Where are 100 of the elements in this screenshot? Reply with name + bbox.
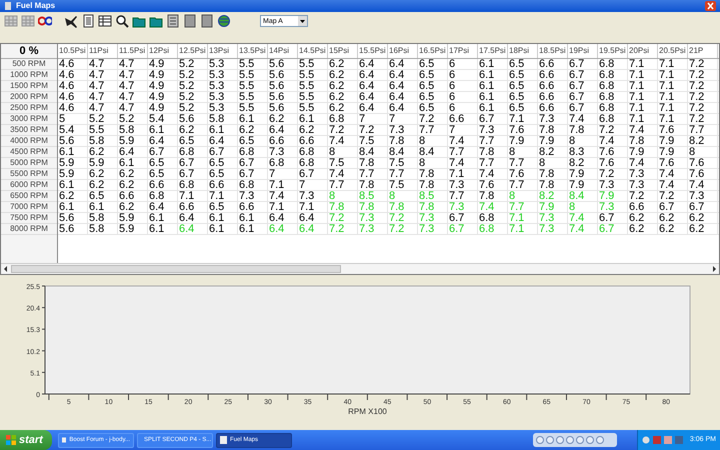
table-cell: 6.2 xyxy=(328,70,358,80)
table-cell: 5.9 xyxy=(58,169,88,179)
row-header: 3500 RPM xyxy=(1,125,57,136)
table-cell: 7.5 xyxy=(358,136,388,146)
table-cell: 6.1 xyxy=(298,114,328,124)
table-cell: 6.2 xyxy=(118,202,148,212)
table-cell: 6.8 xyxy=(238,180,268,190)
table-cell: 5.3 xyxy=(208,103,238,113)
caret-icon xyxy=(298,16,307,26)
table-cell: 5.6 xyxy=(268,81,298,91)
table-cell: 6.1 xyxy=(238,114,268,124)
table-cell: 6.7 xyxy=(448,224,478,234)
table-cell: 6.1 xyxy=(118,158,148,168)
table-cell: 5.6 xyxy=(268,59,298,69)
table-cell: 7.3 xyxy=(598,202,628,212)
table-cell: 6.5 xyxy=(418,103,448,113)
search-icon[interactable] xyxy=(115,14,129,28)
table-cell: 7.7 xyxy=(478,136,508,146)
table-cell: 6.4 xyxy=(178,213,208,223)
row-header: 1000 RPM xyxy=(1,70,57,81)
table-cell: 6.8 xyxy=(598,92,628,102)
table-cell: 7.8 xyxy=(478,147,508,157)
table-cell: 8.4 xyxy=(388,147,418,157)
table-cell: 6.8 xyxy=(328,114,358,124)
table-cell: 6.6 xyxy=(148,180,178,190)
table-cell: 7.3 xyxy=(628,169,658,179)
table-cell: 7.1 xyxy=(628,103,658,113)
table-cell: 5.4 xyxy=(58,125,88,135)
table-cell: 7.3 xyxy=(538,213,568,223)
table-cell: 6.5 xyxy=(508,70,538,80)
table-cell: 7.6 xyxy=(658,125,688,135)
table-cell: 6.7 xyxy=(598,224,628,234)
table-cell: 7.8 xyxy=(478,191,508,201)
table-cell: 6.7 xyxy=(598,213,628,223)
scrollbar-thumb[interactable] xyxy=(11,265,341,273)
table-cell: 5.4 xyxy=(148,114,178,124)
table-cell: 7.4 xyxy=(268,191,298,201)
table-cell: 6.2 xyxy=(298,125,328,135)
table-cell: 5.8 xyxy=(88,136,118,146)
table-cell: 7.2 xyxy=(598,169,628,179)
table-cell: 8 xyxy=(328,147,358,157)
table-cell: 6.2 xyxy=(268,114,298,124)
row-header: 4000 RPM xyxy=(1,136,57,147)
table-cell: 7.8 xyxy=(538,169,568,179)
table-cell: 6.8 xyxy=(598,81,628,91)
table-cell: 7.3 xyxy=(598,180,628,190)
table-cell: 7.9 xyxy=(508,136,538,146)
table-cell: 7.1 xyxy=(658,103,688,113)
table-cell: 6.4 xyxy=(388,81,418,91)
table-cell: 4.6 xyxy=(58,92,88,102)
windows-logo-icon xyxy=(6,435,16,445)
table-cell: 7.1 xyxy=(628,114,658,124)
horizontal-scrollbar[interactable] xyxy=(1,263,719,274)
table-icon[interactable] xyxy=(98,14,112,28)
table-cell: 7.6 xyxy=(478,180,508,190)
table-cell: 4.7 xyxy=(88,70,118,80)
page-icon[interactable] xyxy=(183,14,197,28)
table-cell: 6.6 xyxy=(268,136,298,146)
table-cell: 7.2 xyxy=(328,224,358,234)
table-cell: 5.8 xyxy=(88,224,118,234)
table-cell: 7 xyxy=(358,114,388,124)
chart-icon[interactable] xyxy=(166,14,180,28)
column-header: 14.5Psi xyxy=(298,44,328,58)
table-cell: 7.3 xyxy=(448,180,478,190)
start-button[interactable]: start xyxy=(0,430,52,450)
table-cell: 6.5 xyxy=(148,158,178,168)
page-icon[interactable] xyxy=(200,14,214,28)
table-cell: 6.7 xyxy=(448,213,478,223)
table-cell: 6.1 xyxy=(58,202,88,212)
column-header: 15.5Psi xyxy=(358,44,388,58)
globe-icon[interactable] xyxy=(217,14,231,28)
table-cell: 6.5 xyxy=(148,169,178,179)
table-cell: 4.9 xyxy=(148,103,178,113)
table-cell: 7.8 xyxy=(358,180,388,190)
table-cell: 4.6 xyxy=(58,59,88,69)
row-header: 4500 RPM xyxy=(1,147,57,158)
table-cell: 7.1 xyxy=(658,59,688,69)
table-cell: 5.8 xyxy=(88,213,118,223)
table-cell: 5.2 xyxy=(178,70,208,80)
rings-icon[interactable] xyxy=(38,14,52,28)
document-icon[interactable] xyxy=(81,14,95,28)
table-cell: 6.7 xyxy=(178,169,208,179)
table-cell: 6.6 xyxy=(238,202,268,212)
table-cell: 8.5 xyxy=(418,191,448,201)
table-cell: 5.9 xyxy=(88,158,118,168)
table-cell: 6.1 xyxy=(208,213,238,223)
row-header: 7500 RPM xyxy=(1,213,57,224)
column-header: 18Psi xyxy=(508,44,538,58)
table-cell: 7 xyxy=(448,125,478,135)
window-title: Fuel Maps xyxy=(16,2,56,10)
table-cell: 7.2 xyxy=(688,114,718,124)
table-cell: 6.2 xyxy=(88,147,118,157)
table-cell: 7.1 xyxy=(628,70,658,80)
table-cell: 6.2 xyxy=(628,224,658,234)
table-cell: 7.2 xyxy=(598,125,628,135)
close-icon[interactable] xyxy=(705,1,716,11)
table-cell: 6.6 xyxy=(538,81,568,91)
table-cell: 6.8 xyxy=(298,147,328,157)
table-cell: 7.4 xyxy=(478,169,508,179)
row-header: 6000 RPM xyxy=(1,180,57,191)
